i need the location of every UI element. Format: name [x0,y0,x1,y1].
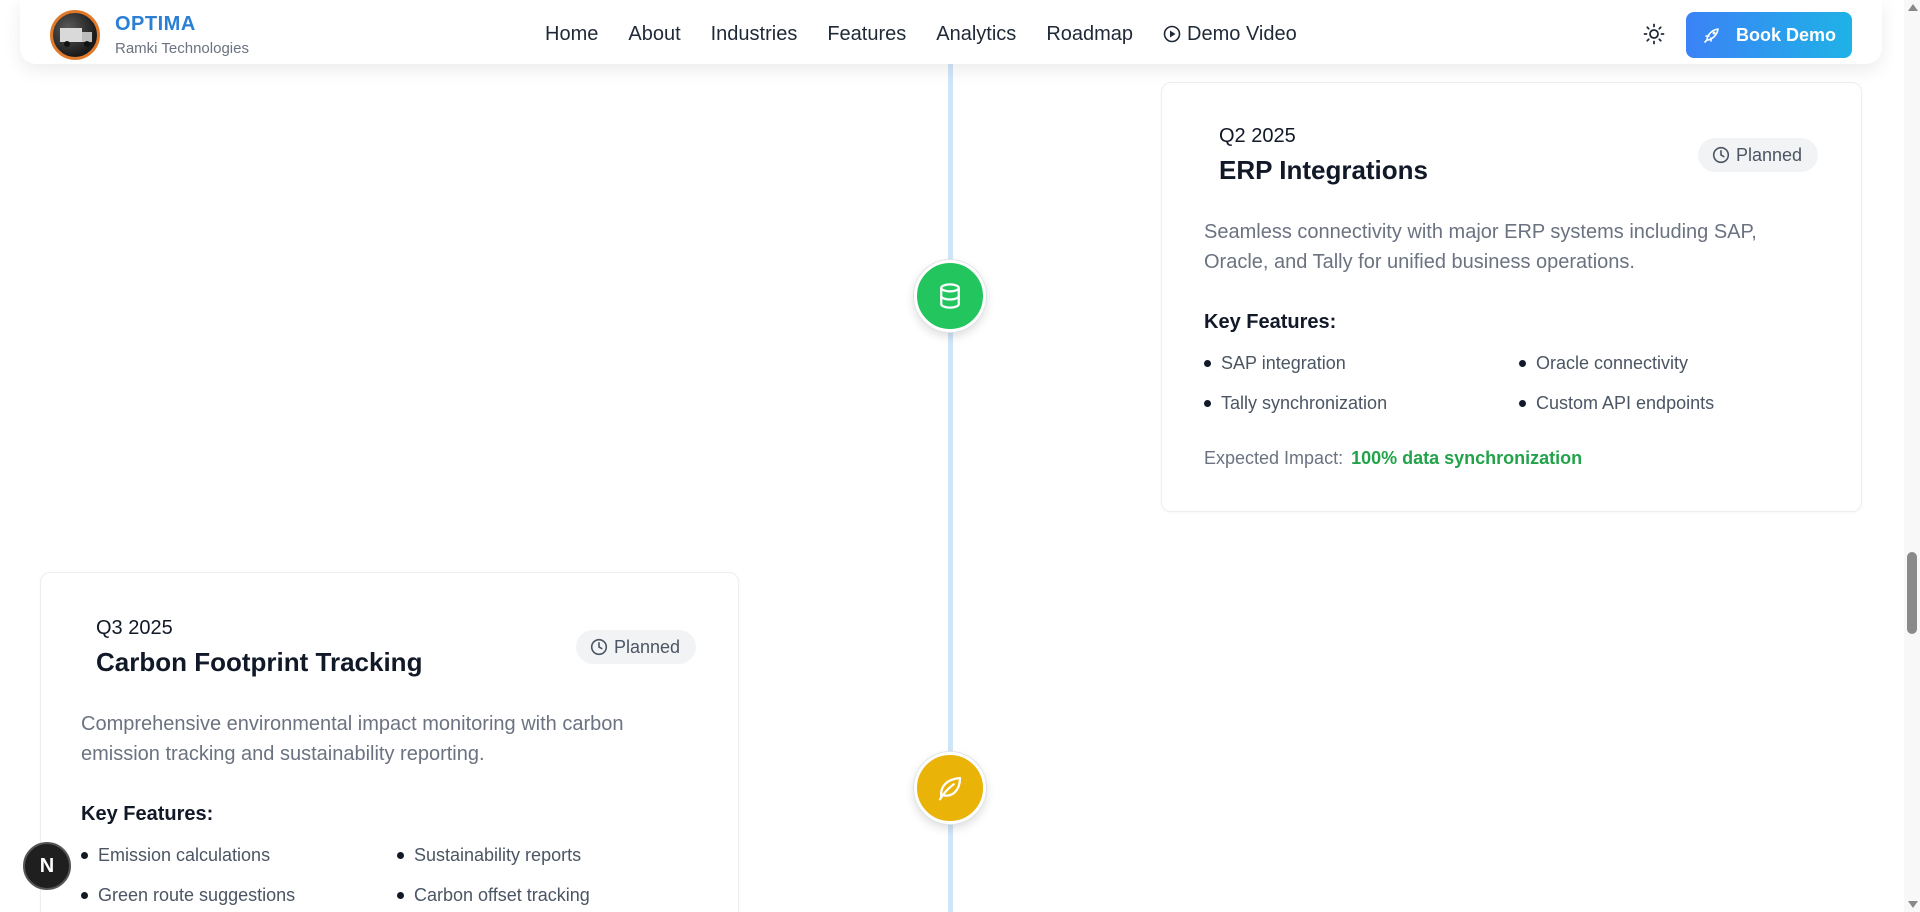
brand-subtitle: Ramki Technologies [115,40,249,57]
timeline-node-erp [914,260,986,332]
nav-demo-video[interactable]: Demo Video [1163,23,1297,46]
nav-roadmap[interactable]: Roadmap [1046,23,1133,46]
feature-item: Emission calculations [81,845,270,866]
status-badge: Planned [1698,138,1819,172]
roadmap-card-erp: Q2 2025 ERP Integrations Planned Seamles… [1161,82,1862,512]
scroll-thumb[interactable] [1907,552,1917,634]
impact-label: Expected Impact: [1204,448,1344,468]
nav-about[interactable]: About [628,23,680,46]
card-title: ERP Integrations [1219,155,1429,185]
book-demo-button[interactable]: Book Demo [1686,12,1852,58]
clock-icon [1712,146,1730,164]
card-title: Carbon Footprint Tracking [96,647,423,677]
rocket-icon [1704,28,1719,43]
timeline-node-carbon [914,752,986,824]
status-badge-label: Planned [1736,144,1803,165]
site-header: OPTIMA Ramki Technologies Home About Ind… [20,0,1882,64]
sun-icon [1643,23,1665,45]
database-icon [940,283,960,309]
nav-home[interactable]: Home [545,23,598,46]
impact-value: 100% data synchronization [1351,448,1583,468]
nav-demo-video-label: Demo Video [1187,22,1297,45]
card-description-line: Comprehensive environmental impact monit… [81,713,624,735]
card-quarter: Q2 2025 [1219,125,1296,147]
next-dev-badge[interactable]: N [23,842,71,890]
expected-impact: Expected Impact: 100% data synchronizatio… [1204,448,1582,469]
card-description: Comprehensive environmental impact monit… [81,709,701,769]
card-description-line: Seamless connectivity with major ERP sys… [1204,221,1757,243]
clock-icon [590,638,608,656]
scroll-up-arrow[interactable] [1908,4,1918,11]
status-badge-label: Planned [614,636,681,657]
feature-item: Oracle connectivity [1519,353,1688,374]
nav-features[interactable]: Features [827,23,906,46]
key-features-title: Key Features: [81,803,214,825]
card-quarter: Q3 2025 [96,617,173,639]
page-scrollbar[interactable] [1904,0,1920,912]
status-badge: Planned [576,630,697,664]
roadmap-card-carbon: Q3 2025 Carbon Footprint Tracking Planne… [40,572,739,912]
book-demo-label: Book Demo [1735,24,1836,45]
card-description-line: Oracle, and Tally for unified business o… [1204,251,1635,273]
main-nav: Home About Industries Features Analytics… [545,0,1327,68]
feature-item: SAP integration [1204,353,1346,374]
nav-analytics[interactable]: Analytics [936,23,1016,46]
feature-item: Carbon offset tracking [397,885,590,906]
scroll-down-arrow[interactable] [1908,901,1918,908]
card-description-line: emission tracking and sustainability rep… [81,743,485,765]
feature-item: Green route suggestions [81,885,295,906]
key-features-title: Key Features: [1204,311,1337,333]
nav-industries[interactable]: Industries [711,23,798,46]
truck-icon [60,28,92,47]
play-circle-icon [1163,25,1181,43]
feature-item: Sustainability reports [397,845,581,866]
leaf-icon [938,776,962,801]
theme-toggle[interactable] [1642,22,1666,46]
feature-item: Tally synchronization [1204,393,1387,414]
card-description: Seamless connectivity with major ERP sys… [1204,217,1824,277]
brand-name[interactable]: OPTIMA [115,13,196,36]
feature-item: Custom API endpoints [1519,393,1714,414]
brand-logo[interactable] [50,10,100,60]
